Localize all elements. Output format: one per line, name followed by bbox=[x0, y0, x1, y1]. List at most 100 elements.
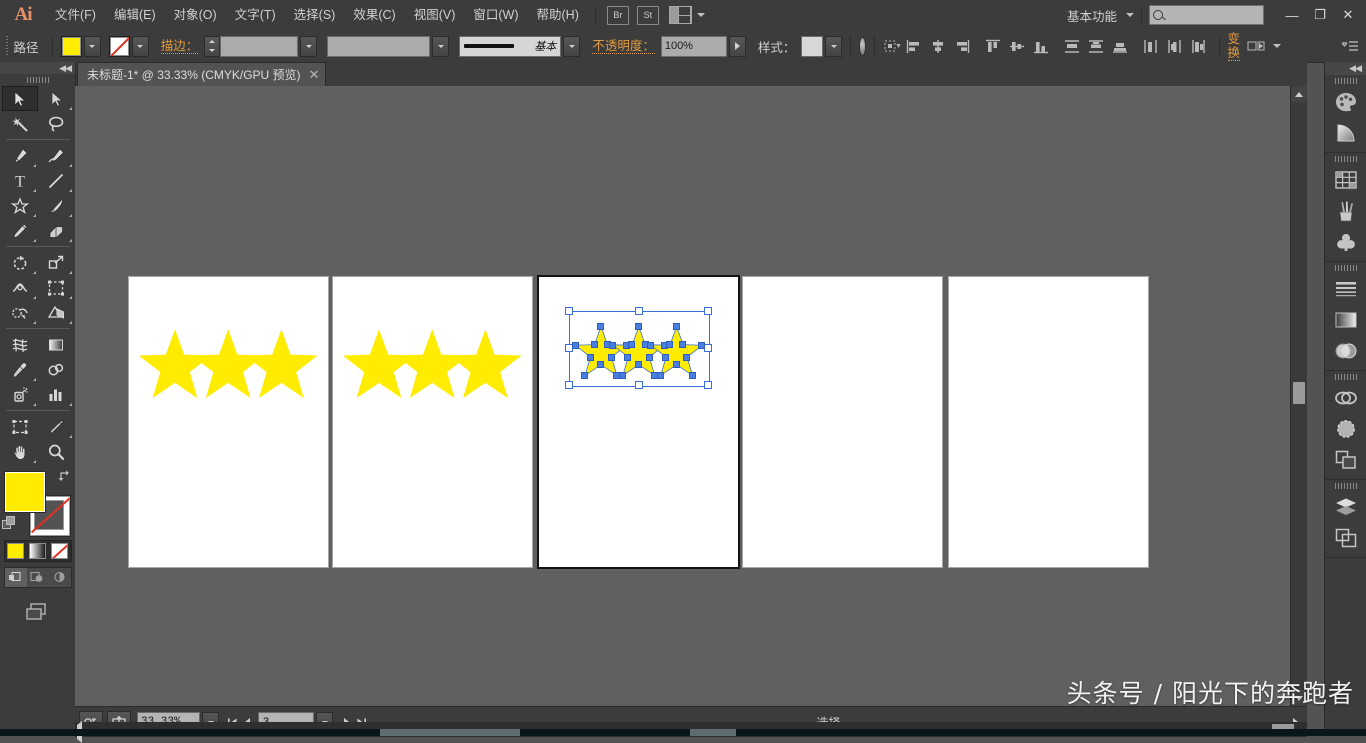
stroke-panel-icon[interactable] bbox=[1325, 273, 1366, 304]
stock-button[interactable]: St bbox=[637, 6, 659, 25]
anchor-point[interactable] bbox=[679, 341, 686, 348]
fill-color-swatch[interactable] bbox=[5, 472, 45, 512]
distribute-bottom-icon[interactable] bbox=[1109, 35, 1131, 57]
line-segment-tool[interactable] bbox=[38, 168, 74, 193]
eyedropper-tool[interactable] bbox=[2, 357, 38, 382]
document-tab-close-icon[interactable]: ✕ bbox=[309, 68, 320, 81]
artboard-4[interactable] bbox=[743, 277, 942, 567]
distribute-right-icon[interactable] bbox=[1188, 35, 1210, 57]
opacity-dropdown-button[interactable] bbox=[729, 36, 746, 57]
layers-panel-icon[interactable] bbox=[1325, 491, 1366, 522]
canvas-vertical-scrollbar[interactable] bbox=[1290, 86, 1307, 706]
workspace-chevron-down-icon[interactable] bbox=[1126, 13, 1134, 17]
curvature-tool[interactable] bbox=[38, 143, 74, 168]
screen-mode-button[interactable] bbox=[0, 602, 75, 622]
variable-width-profile-control[interactable] bbox=[327, 36, 449, 57]
anchor-point[interactable] bbox=[657, 372, 664, 379]
anchor-point[interactable] bbox=[587, 354, 594, 361]
stroke-swatch-icon[interactable] bbox=[109, 36, 130, 57]
align-middle-v-icon[interactable] bbox=[1006, 35, 1028, 57]
anchor-point[interactable] bbox=[647, 342, 654, 349]
anchor-point[interactable] bbox=[646, 354, 653, 361]
stroke-weight-label[interactable]: 描边： bbox=[161, 39, 199, 54]
dock-group-gripper[interactable] bbox=[1325, 153, 1366, 164]
control-panel-menu-button[interactable] bbox=[1342, 35, 1358, 57]
window-minimize-button[interactable]: — bbox=[1278, 4, 1306, 26]
tools-panel-collapse-button[interactable]: ◀◀ bbox=[0, 62, 75, 74]
selection-handle[interactable] bbox=[704, 307, 712, 315]
menu-select[interactable]: 选择(S) bbox=[285, 0, 345, 30]
color-panel-icon[interactable] bbox=[1325, 86, 1366, 117]
menu-effect[interactable]: 效果(C) bbox=[344, 0, 404, 30]
dock-group-gripper[interactable] bbox=[1325, 371, 1366, 382]
star-group[interactable] bbox=[137, 327, 319, 403]
shape-star-tool[interactable] bbox=[2, 193, 38, 218]
stroke-weight-stepper[interactable] bbox=[204, 36, 220, 57]
dock-group-gripper[interactable] bbox=[1325, 75, 1366, 86]
align-to-selection-button[interactable] bbox=[883, 35, 901, 57]
transform-options-button[interactable] bbox=[1247, 35, 1267, 57]
stroke-profile-control[interactable]: 基本 bbox=[459, 36, 580, 57]
graphic-style-dropdown-button[interactable] bbox=[825, 36, 842, 57]
swatches-panel-icon[interactable] bbox=[1325, 164, 1366, 195]
stroke-weight-input[interactable] bbox=[220, 36, 298, 57]
selection-handle[interactable] bbox=[565, 381, 573, 389]
graphic-style-swatch-icon[interactable] bbox=[801, 36, 823, 57]
lasso-tool[interactable] bbox=[38, 111, 74, 136]
tools-panel-gripper[interactable] bbox=[0, 74, 75, 86]
opacity-control[interactable]: 100% bbox=[661, 36, 746, 57]
swap-fill-stroke-icon[interactable] bbox=[58, 470, 72, 486]
color-mode-button[interactable] bbox=[5, 541, 27, 561]
draw-normal-button[interactable] bbox=[5, 568, 27, 587]
anchor-point[interactable] bbox=[597, 323, 604, 330]
artboard-1[interactable] bbox=[129, 277, 328, 567]
width-tool[interactable] bbox=[2, 275, 38, 300]
pencil-tool[interactable] bbox=[2, 218, 38, 243]
opacity-label[interactable]: 不透明度： bbox=[592, 39, 655, 54]
transform-label[interactable]: 变换 bbox=[1228, 32, 1241, 61]
anchor-point[interactable] bbox=[581, 372, 588, 379]
stroke-weight-dropdown-button[interactable] bbox=[300, 36, 317, 57]
window-restore-button[interactable]: ❐ bbox=[1306, 4, 1334, 26]
window-close-button[interactable]: ✕ bbox=[1334, 4, 1362, 26]
menu-view[interactable]: 视图(V) bbox=[405, 0, 465, 30]
artboard-5[interactable] bbox=[949, 277, 1148, 567]
opacity-input[interactable]: 100% bbox=[661, 36, 727, 57]
anchor-point[interactable] bbox=[635, 323, 642, 330]
menu-object[interactable]: 对象(O) bbox=[165, 0, 226, 30]
artboards-panel-icon[interactable] bbox=[1325, 522, 1366, 553]
bridge-button[interactable]: Br bbox=[607, 6, 629, 25]
gradient-panel-icon[interactable] bbox=[1325, 304, 1366, 335]
blend-tool[interactable] bbox=[38, 357, 74, 382]
selection-handle[interactable] bbox=[635, 307, 643, 315]
anchor-point[interactable] bbox=[673, 323, 680, 330]
free-transform-tool[interactable] bbox=[38, 275, 74, 300]
appearance-panel-icon[interactable] bbox=[1325, 413, 1366, 444]
draw-behind-button[interactable] bbox=[27, 568, 49, 587]
menu-help[interactable]: 帮助(H) bbox=[528, 0, 588, 30]
graphic-style-control[interactable] bbox=[801, 36, 842, 57]
workspace-switcher[interactable]: 基本功能 bbox=[1063, 6, 1121, 25]
anchor-point[interactable] bbox=[624, 354, 631, 361]
star-group[interactable] bbox=[341, 327, 523, 403]
dock-group-gripper[interactable] bbox=[1325, 262, 1366, 273]
direct-selection-tool[interactable] bbox=[38, 86, 74, 111]
variable-width-dropdown-button[interactable] bbox=[432, 36, 449, 57]
default-fill-stroke-icon[interactable] bbox=[2, 516, 17, 534]
align-center-h-icon[interactable] bbox=[927, 35, 949, 57]
distribute-left-icon[interactable] bbox=[1140, 35, 1162, 57]
links-panel-icon[interactable] bbox=[1325, 382, 1366, 413]
stroke-color-control[interactable] bbox=[109, 36, 149, 57]
selection-tool[interactable] bbox=[2, 86, 38, 111]
anchor-point[interactable] bbox=[662, 354, 669, 361]
stroke-profile-display[interactable]: 基本 bbox=[459, 36, 561, 57]
anchor-point[interactable] bbox=[597, 361, 604, 368]
scale-tool[interactable] bbox=[38, 250, 74, 275]
anchor-point[interactable] bbox=[572, 342, 579, 349]
transparency-panel-icon[interactable] bbox=[1325, 335, 1366, 366]
anchor-point[interactable] bbox=[608, 354, 615, 361]
dock-collapse-button[interactable]: ◀◀ bbox=[1325, 62, 1366, 75]
stroke-weight-control[interactable] bbox=[204, 36, 317, 57]
fill-dropdown-button[interactable] bbox=[84, 36, 101, 57]
stroke-profile-dropdown-button[interactable] bbox=[563, 36, 580, 57]
